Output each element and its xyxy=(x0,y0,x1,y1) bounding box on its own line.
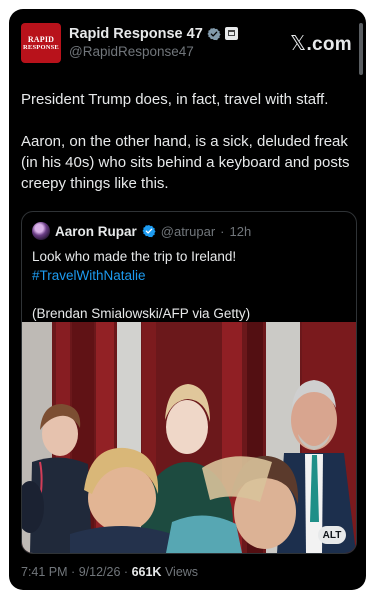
post-date[interactable]: 9/12/26 xyxy=(79,565,121,579)
hashtag-link[interactable]: #TravelWithNatalie xyxy=(32,266,346,285)
post-meta: 7:41 PM · 9/12/26 · 661K Views xyxy=(21,565,198,579)
government-affiliation-icon xyxy=(224,27,238,40)
author-handle[interactable]: @RapidResponse47 xyxy=(69,44,238,59)
quoted-separator: · xyxy=(220,223,225,239)
post-paragraph: President Trump does, in fact, travel wi… xyxy=(21,91,329,108)
quoted-text-line: Look who made the trip to Ireland! xyxy=(32,249,237,264)
author-info: Rapid Response 47 @RapidResponse47 xyxy=(69,24,238,59)
quoted-post-header: Aaron Rupar @atrupar · 12h xyxy=(32,221,251,241)
x-logo: 𝕏.com xyxy=(290,31,352,56)
quoted-post-photo[interactable] xyxy=(22,322,356,553)
views-label: Views xyxy=(164,565,199,579)
avatar-logo-top: RAPID xyxy=(27,34,55,44)
post-time[interactable]: 7:41 PM xyxy=(21,565,68,579)
meta-separator: · xyxy=(71,565,76,579)
scrollbar[interactable] xyxy=(359,23,363,75)
quoted-author-name: Aaron Rupar xyxy=(55,223,137,239)
quoted-post[interactable]: Aaron Rupar @atrupar · 12h Look who made… xyxy=(21,211,357,554)
author-display-name[interactable]: Rapid Response 47 xyxy=(69,26,203,42)
post-paragraph: Aaron, on the other hand, is a sick, del… xyxy=(21,133,350,192)
quoted-post-text: Look who made the trip to Ireland! #Trav… xyxy=(32,247,346,323)
views-count: 661K xyxy=(131,565,162,579)
meta-separator: · xyxy=(123,565,129,579)
verified-badge-icon xyxy=(207,27,221,40)
quoted-author-handle: @atrupar xyxy=(160,223,216,239)
avatar[interactable]: RAPID RESPONSE xyxy=(21,23,61,63)
post-text: President Trump does, in fact, travel wi… xyxy=(21,89,357,194)
alt-text-badge[interactable]: ALT xyxy=(318,526,346,544)
quoted-post-time: 12h xyxy=(229,223,252,239)
verified-badge-icon xyxy=(142,224,156,238)
quoted-author-avatar xyxy=(32,222,50,240)
photo-credit: (Brendan Smialowski/AFP via Getty) xyxy=(32,306,251,321)
avatar-logo-bottom: RESPONSE xyxy=(23,43,59,51)
x-logo-label: .com xyxy=(306,34,352,55)
post-card[interactable]: RAPID RESPONSE Rapid Response 47 @RapidR… xyxy=(9,9,366,590)
x-icon: 𝕏 xyxy=(290,31,307,55)
post-header: RAPID RESPONSE Rapid Response 47 @RapidR… xyxy=(21,23,354,63)
